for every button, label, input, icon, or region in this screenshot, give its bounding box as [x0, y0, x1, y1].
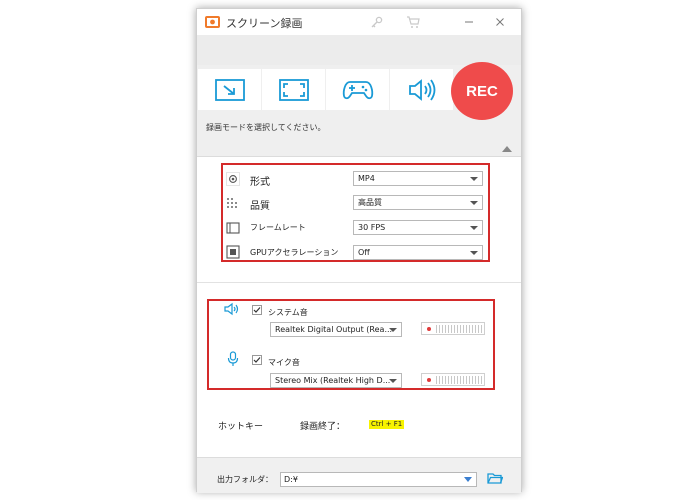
mic-sound-label: マイク音 [268, 358, 300, 367]
minimize-button[interactable] [460, 13, 478, 31]
mic-volume-meter [421, 373, 485, 386]
record-dot-icon [427, 378, 431, 382]
mic-sound-checkbox[interactable] [252, 355, 262, 365]
gpu-label: GPUアクセラレーション [250, 248, 339, 257]
format-select[interactable]: MP4 [353, 171, 483, 186]
region-mode-button[interactable] [198, 69, 261, 110]
output-folder-label: 出力フォルダ： [217, 475, 273, 484]
chevron-down-icon [464, 477, 472, 482]
cart-button[interactable] [404, 13, 422, 31]
divider [197, 282, 521, 283]
minimize-icon [465, 21, 473, 23]
framerate-select[interactable]: 30 FPS [353, 220, 483, 235]
quality-value: 高品質 [358, 198, 382, 207]
close-icon [496, 18, 504, 26]
output-footer: 出力フォルダ： D:¥ [197, 457, 521, 493]
stop-hotkey-value[interactable]: Ctrl + F1 [369, 420, 405, 429]
system-sound-label: システム音 [268, 308, 308, 317]
gamepad-icon [342, 80, 373, 99]
format-label: 形式 [250, 177, 270, 188]
output-folder-select[interactable]: D:¥ [280, 472, 477, 487]
quality-label: 品質 [250, 201, 270, 212]
record-dot-icon [427, 327, 431, 331]
mode-selector: REC 録画モードを選択してください。 [197, 62, 521, 157]
gpu-icon [226, 245, 240, 259]
format-value: MP4 [358, 174, 375, 183]
chevron-down-icon [389, 328, 397, 332]
chevron-down-icon [389, 379, 397, 383]
toolbar-band [197, 35, 521, 65]
output-folder-path: D:¥ [284, 475, 298, 484]
close-button[interactable] [491, 13, 509, 31]
key-icon [371, 16, 382, 27]
quality-icon [227, 198, 237, 208]
chevron-down-icon [470, 177, 478, 181]
microphone-icon [227, 351, 239, 366]
chevron-down-icon [470, 226, 478, 230]
framerate-label: フレームレート [250, 223, 306, 232]
system-volume-meter [421, 322, 485, 335]
window-title: スクリーン録画 [226, 17, 303, 30]
level-bars [436, 325, 482, 333]
screen-recorder-window: スクリーン録画 REC 録画モードを選択してください。 形式 MP4 品質 高品… [196, 8, 522, 493]
region-capture-icon [214, 78, 245, 101]
mode-hint: 録画モードを選択してください。 [206, 123, 326, 132]
quality-select[interactable]: 高品質 [353, 195, 483, 210]
gpu-value: Off [358, 248, 370, 257]
audio-mode-button[interactable] [390, 69, 453, 110]
gear-icon [226, 172, 240, 186]
framerate-value: 30 FPS [358, 223, 386, 232]
chevron-down-icon [470, 201, 478, 205]
system-sound-checkbox[interactable] [252, 305, 262, 315]
fullscreen-icon [278, 78, 309, 101]
app-icon [205, 16, 220, 28]
gpu-select[interactable]: Off [353, 245, 483, 260]
check-icon [253, 307, 261, 313]
system-sound-icon [224, 302, 239, 316]
mic-device-select[interactable]: Stereo Mix (Realtek High D... [270, 373, 402, 388]
folder-icon[interactable] [487, 472, 503, 485]
chevron-down-icon [470, 251, 478, 255]
cart-icon [407, 15, 420, 28]
hotkey-label: ホットキー [218, 422, 264, 432]
rec-button[interactable]: REC [451, 62, 513, 120]
speaker-icon [408, 78, 435, 101]
check-icon [253, 357, 261, 363]
system-device-select[interactable]: Realtek Digital Output (Rea... [270, 322, 402, 337]
mic-device-value: Stereo Mix (Realtek High D... [275, 376, 391, 385]
stop-recording-label: 録画終了： [300, 422, 346, 432]
collapse-arrow-icon[interactable] [502, 146, 512, 152]
system-device-value: Realtek Digital Output (Rea... [275, 325, 393, 334]
game-mode-button[interactable] [326, 69, 389, 110]
key-button[interactable] [367, 13, 385, 31]
framerate-icon [226, 222, 240, 234]
title-bar: スクリーン録画 [197, 9, 521, 35]
fullscreen-mode-button[interactable] [262, 69, 325, 110]
level-bars [436, 376, 482, 384]
